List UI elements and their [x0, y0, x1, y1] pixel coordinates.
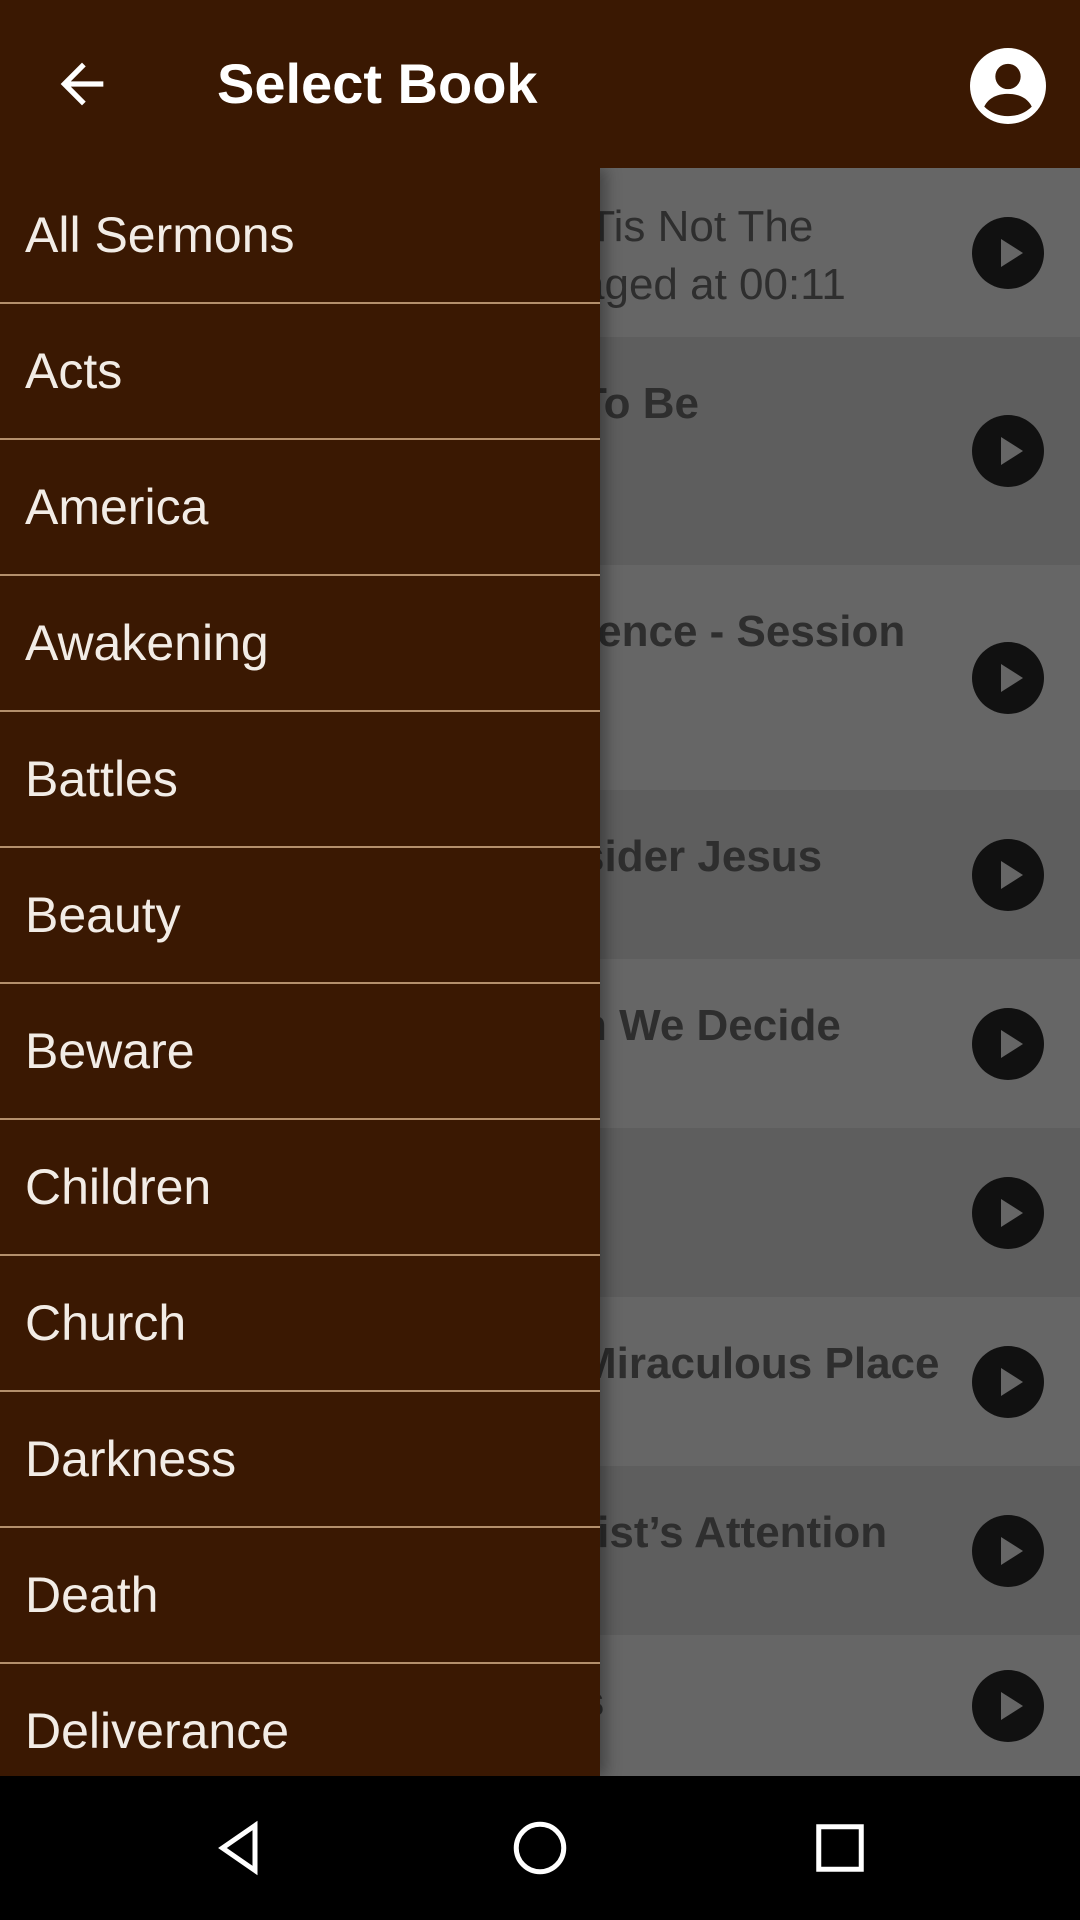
sermon-title: sider Jesus: [580, 828, 822, 886]
drawer-item[interactable]: Awakening: [0, 576, 600, 712]
account-circle-icon[interactable]: [970, 48, 1046, 124]
drawer-item[interactable]: Battles: [0, 712, 600, 848]
sermon-title: Miraculous Place: [580, 1335, 939, 1393]
sermon-title-line: n We Decide: [580, 1001, 841, 1050]
app-bar: Select Book: [0, 0, 1080, 168]
arrow-left-icon[interactable]: [50, 52, 114, 116]
drawer-item[interactable]: Beauty: [0, 848, 600, 984]
drawer-item[interactable]: Darkness: [0, 1392, 600, 1528]
page-title: Select Book: [217, 52, 538, 115]
sermon-title: 'Tis Not The aged at 00:11: [580, 198, 846, 314]
book-drawer: All Sermons Acts America Awakening Battles Be…: [0, 168, 600, 1776]
sermon-title-line: Miraculous Place: [580, 1339, 940, 1388]
play-icon[interactable]: [972, 216, 1044, 289]
play-icon[interactable]: [972, 838, 1044, 911]
play-icon[interactable]: [972, 415, 1044, 487]
drawer-item[interactable]: Children: [0, 1120, 600, 1256]
drawer-item[interactable]: Church: [0, 1256, 600, 1392]
sermon-title-line: rence - Session: [580, 607, 906, 656]
drawer-item[interactable]: Deliverance: [0, 1664, 600, 1776]
system-nav-bar: [0, 1776, 1080, 1920]
nav-home-icon[interactable]: [510, 1818, 570, 1878]
sermon-title: rence - Session: [580, 603, 905, 661]
sermon-subtitle: aged at 00:11: [580, 260, 846, 309]
play-icon[interactable]: [972, 1176, 1044, 1249]
sermon-title: rist’s Attention: [580, 1504, 887, 1562]
drawer-item[interactable]: Beware: [0, 984, 600, 1120]
sermon-title: n We Decide: [580, 997, 841, 1055]
play-icon[interactable]: [972, 1007, 1044, 1080]
play-icon[interactable]: [972, 641, 1044, 714]
nav-recents-icon[interactable]: [810, 1818, 870, 1878]
sermon-title-line: 'Tis Not The: [580, 202, 814, 251]
play-icon[interactable]: [972, 1669, 1044, 1742]
sermon-title-line: rist’s Attention: [580, 1508, 888, 1557]
drawer-item[interactable]: America: [0, 440, 600, 576]
play-icon[interactable]: [972, 1514, 1044, 1587]
drawer-item[interactable]: All Sermons: [0, 168, 600, 304]
drawer-item[interactable]: Acts: [0, 304, 600, 440]
nav-back-icon[interactable]: [210, 1818, 270, 1878]
drawer-item[interactable]: Death: [0, 1528, 600, 1664]
sermon-title-line: sider Jesus: [580, 832, 823, 881]
play-icon[interactable]: [972, 1345, 1044, 1418]
